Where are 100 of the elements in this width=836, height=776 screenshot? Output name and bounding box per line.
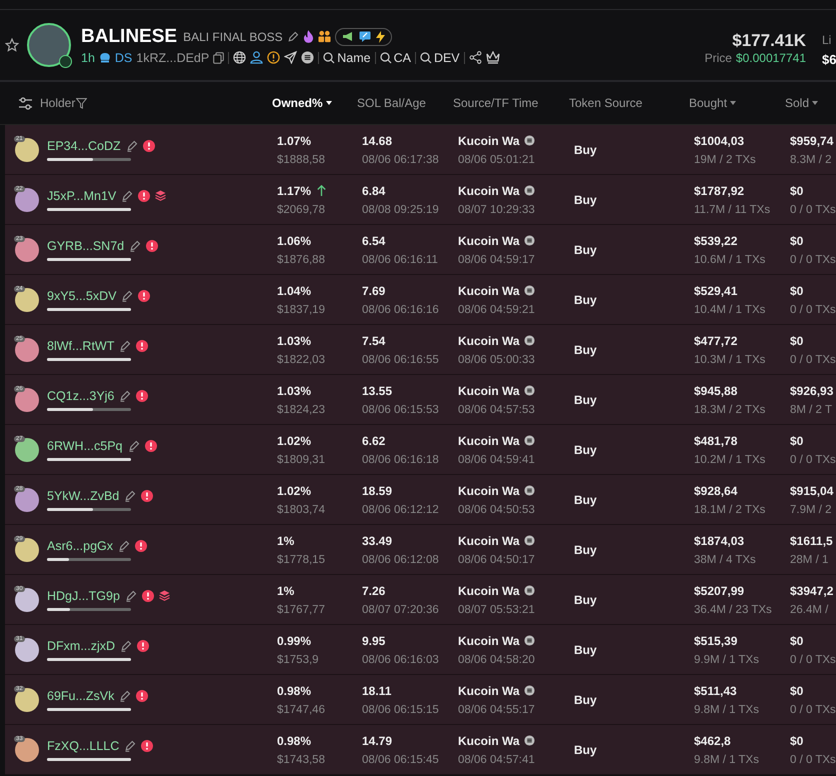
bought-detail: 9.8M / 1 TXs [694,704,760,716]
search-button[interactable]: Name [323,50,371,64]
wallet-age: 08/06 06:17:38 [362,154,440,166]
wallet-address[interactable]: EP34...CoDZ [47,138,121,152]
wallet-address[interactable]: GYRB...SN7d [47,238,124,252]
share-icon[interactable] [468,51,482,64]
pencil-icon[interactable] [128,440,140,452]
pencil-icon[interactable] [286,30,299,42]
alert-icon [136,340,148,352]
sold-detail: 0 / 0 TXs [790,654,836,666]
sol-balance: 6.54 [362,234,386,248]
pencil-icon[interactable] [126,140,138,152]
wallet-age: 08/06 06:16:11 [362,254,439,266]
bought-detail: 9.8M / 1 TXs [694,754,760,766]
funding-time: 08/07 10:29:33 [458,204,536,216]
globe-icon[interactable] [233,51,246,64]
pencil-icon[interactable] [124,490,136,502]
menu-circle-icon [524,185,535,196]
column-header[interactable]: Source/TF Time [453,96,538,110]
sol-balance: 9.95 [362,634,386,648]
funding-source: Kucoin Wa [458,134,520,148]
owned-percent: 0.98% [277,684,312,698]
pencil-icon[interactable] [118,540,130,552]
bought-detail: 9.9M / 1 TXs [694,654,760,666]
wallet-address[interactable]: 6RWH...c5Pq [47,438,122,452]
bought-amount: $515,39 [694,634,738,648]
pencil-icon[interactable] [124,590,137,602]
owned-percent: 1.02% [277,434,312,448]
wallet-address[interactable]: Asr6...pgGx [47,538,113,552]
owned-value: $1809,31 [277,454,326,466]
menu-circle-icon [524,635,535,646]
wallet-age: 08/07 07:20:36 [362,604,440,616]
menu-circle-icon [524,285,535,296]
copy-icon[interactable] [213,52,224,64]
owned-percent: 1.04% [277,284,312,298]
wallet-address[interactable]: 5YkW...ZvBd [47,488,120,502]
dex-label: DS [114,50,132,64]
token-source: Buy [574,592,598,606]
pencil-icon[interactable] [121,190,134,202]
settings-icon[interactable] [18,96,33,110]
search-button[interactable]: DEV [420,50,460,64]
token-address: 1kRZ...DEdP [136,50,210,64]
bought-amount: $511,43 [694,684,738,698]
pencil-icon[interactable] [119,340,132,352]
pencil-icon[interactable] [120,640,132,652]
price-label: Price [704,51,732,65]
owned-value: $1888,58 [277,154,326,166]
warning-icon[interactable] [267,51,280,64]
funding-source: Kucoin Wa [458,284,520,298]
column-header[interactable]: Token Source [569,96,642,110]
bought-detail: 38M / 4 TXs [694,554,757,566]
column-header[interactable]: Holder [40,96,76,110]
people-icon [318,30,331,43]
sold-amount: $0 [790,434,804,448]
wallet-address[interactable]: 69Fu...ZsVk [47,688,114,702]
wallet-address[interactable]: 8lWf...RtWT [47,338,114,352]
user-icon[interactable] [250,51,264,64]
funding-time: 08/06 04:50:53 [458,504,536,516]
wallet-address[interactable]: HDgJ...TG9p [47,588,120,602]
wallet-age: 08/06 06:16:16 [362,304,440,316]
pencil-icon[interactable] [119,690,132,702]
bought-detail: 18.3M / 2 TXs [694,404,766,416]
funding-time: 08/06 04:59:21 [458,304,536,316]
column-header[interactable]: SOL Bal/Age [357,96,426,110]
menu-circle-icon [524,235,535,246]
send-icon[interactable] [284,51,298,64]
search-button[interactable]: CA [380,50,411,64]
pencil-icon[interactable] [129,240,142,252]
wallet-address[interactable]: CQ1z...3Yj6 [47,388,114,402]
sold-amount: $1611,5 [790,534,834,548]
crown-icon[interactable] [486,51,500,64]
star-icon[interactable] [5,38,19,52]
wallet-age: 08/06 06:12:12 [362,504,440,516]
token-source: Buy [574,542,598,556]
wallet-address[interactable]: DFxm...zjxD [47,638,116,652]
token-subtitle: BALI FINAL BOSS [183,30,283,44]
wallet-address[interactable]: 9xY5...5xDV [47,288,116,302]
menu-circle-icon [524,585,535,596]
sold-amount: $0 [790,634,804,648]
pencil-icon[interactable] [124,740,136,752]
bought-detail: 10.3M / 1 TXs [694,354,766,366]
funding-time: 08/06 05:01:21 [458,154,536,166]
sold-amount: $0 [790,284,804,298]
owned-percent: 1.03% [277,384,312,398]
bought-amount: $1787,92 [694,184,746,198]
wallet-address[interactable]: FzXQ...LLLC [47,738,120,752]
filter-icon[interactable] [76,98,88,108]
wallet-address[interactable]: J5xP...Mn1V [47,188,116,202]
owned-value: $1767,77 [277,604,326,616]
pencil-icon[interactable] [119,390,132,402]
menu-circle-icon[interactable] [301,51,314,64]
menu-circle-icon [524,485,535,496]
sold-detail: 0 / 0 TXs [790,704,836,716]
liquidity-value: $6 [822,52,836,67]
search-icon [420,52,432,64]
pencil-icon[interactable] [121,290,134,302]
column-header[interactable]: Bought [689,96,736,110]
column-header[interactable]: Sold [785,96,818,110]
funding-time: 08/06 04:57:53 [458,404,536,416]
column-header[interactable]: Owned% [272,96,332,110]
